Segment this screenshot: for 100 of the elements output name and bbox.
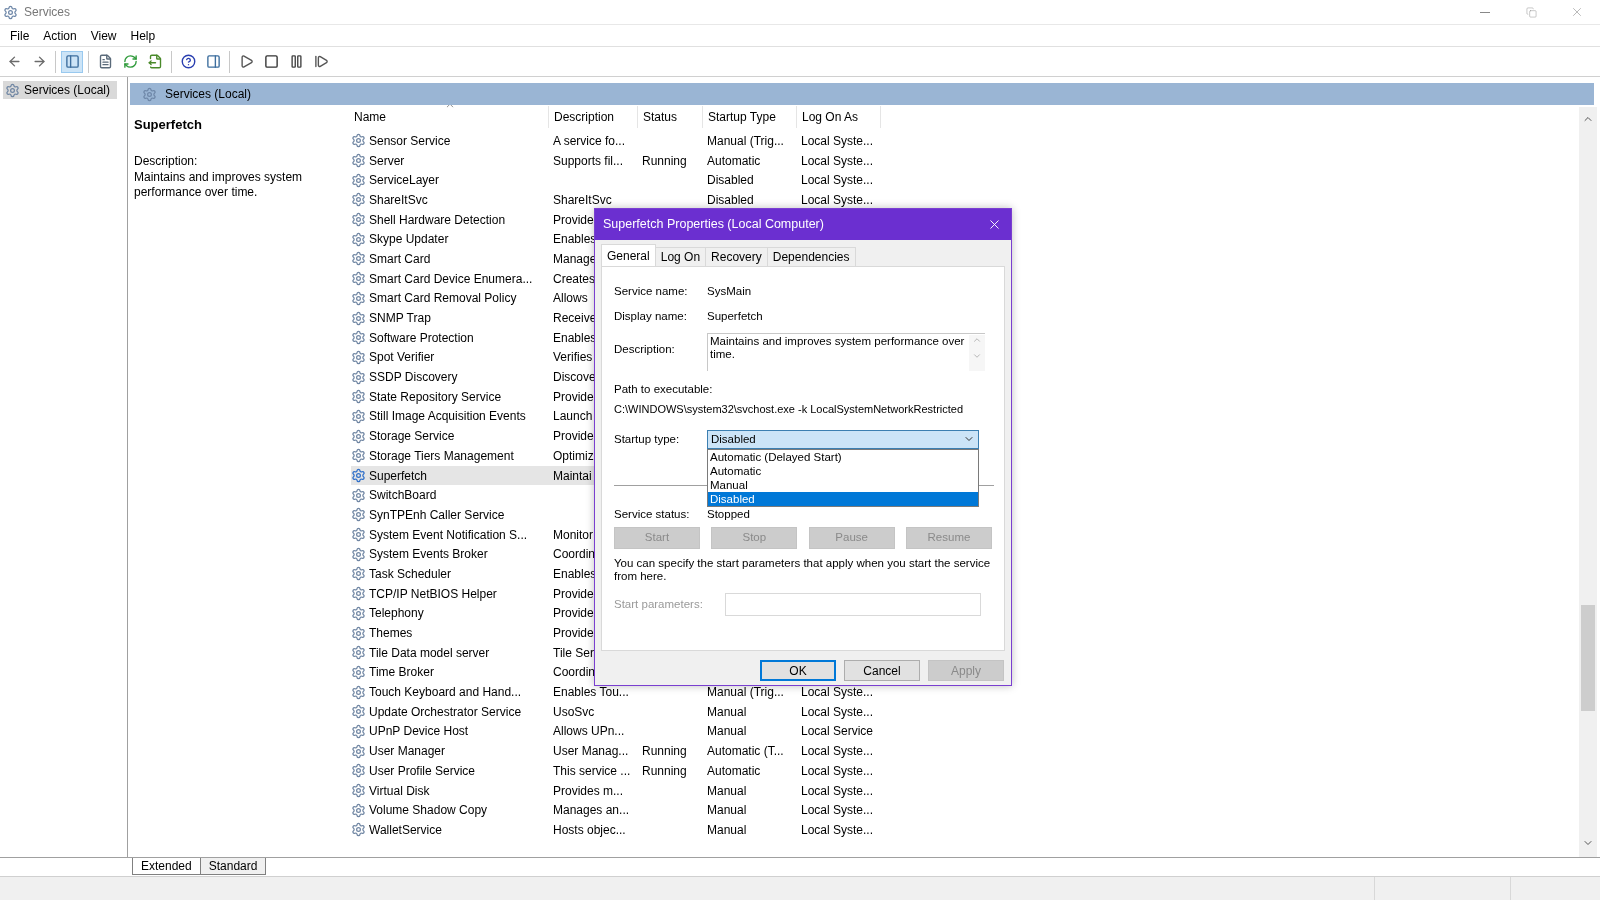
service-name: UPnP Device Host: [369, 724, 469, 739]
table-cell: Provide: [553, 586, 594, 601]
table-cell: Coordin: [553, 547, 596, 562]
field-label: Service name:: [614, 283, 689, 299]
table-cell: Manual: [707, 724, 747, 739]
table-cell: Provides m...: [553, 783, 624, 798]
table-cell: Manual (Trig...: [707, 133, 784, 148]
table-cell: Provide: [553, 389, 594, 404]
service-name: User Profile Service: [369, 763, 476, 778]
description-value: Maintains and improves system performance over time.: [710, 335, 966, 362]
table-cell: Provide: [553, 212, 594, 227]
table-cell: Creates: [553, 271, 596, 286]
table-cell: Local Service: [801, 724, 874, 739]
table-cell: Enables: [553, 330, 597, 345]
service-name: Telephony: [369, 606, 424, 621]
table-cell: A service fo...: [553, 133, 626, 148]
table-cell: UsoSvc: [553, 704, 595, 719]
table-cell: Running: [642, 153, 687, 168]
service-name: Touch Keyboard and Hand...: [369, 685, 522, 700]
service-name: User Manager: [369, 744, 446, 759]
table-cell: ShareItSvc: [553, 192, 612, 207]
service-name: Time Broker: [369, 665, 434, 680]
table-cell: Tile Ser: [553, 645, 594, 660]
description-label: Description:: [134, 152, 199, 170]
service-name: System Event Notification S...: [369, 527, 528, 542]
table-cell: Local Syste...: [801, 192, 874, 207]
service-name: Superfetch: [369, 468, 428, 483]
window-title: Services: [24, 4, 70, 21]
service-name: Sensor Service: [369, 133, 451, 148]
field-label: Start parameters:: [614, 596, 704, 612]
field-label: Description:: [614, 342, 676, 355]
service-name: Smart Card Device Enumera...: [369, 271, 533, 286]
service-name: Still Image Acquisition Events: [369, 409, 526, 424]
service-name: Software Protection: [369, 330, 474, 345]
description-text: Maintains and improves system performance over time.: [134, 169, 304, 200]
table-cell: This service ...: [553, 763, 631, 778]
service-name: Server: [369, 153, 405, 168]
field-value: Superfetch: [707, 308, 763, 324]
service-name: TCP/IP NetBIOS Helper: [369, 586, 497, 601]
field-label: Service status:: [614, 506, 691, 522]
table-cell: Local Syste...: [801, 133, 874, 148]
service-name: SynTPEnh Caller Service: [369, 507, 505, 522]
service-name: ShareItSvc: [369, 192, 428, 207]
table-cell: Automatic: [707, 153, 761, 168]
table-cell: Verifies: [553, 350, 593, 365]
service-name: State Repository Service: [369, 389, 502, 404]
service-name: ServiceLayer: [369, 173, 440, 188]
service-name: System Events Broker: [369, 547, 488, 562]
field-label: Display name:: [614, 308, 688, 324]
table-cell: Provide: [553, 626, 594, 641]
service-name: Smart Card Removal Policy: [369, 291, 517, 306]
service-name: Tile Data model server: [369, 645, 490, 660]
dialog-title: Superfetch Properties (Local Computer): [603, 216, 824, 234]
table-cell: Manages an...: [553, 803, 630, 818]
table-cell: Local Syste...: [801, 685, 874, 700]
table-cell: Provide: [553, 606, 594, 621]
service-name: SNMP Trap: [369, 311, 431, 326]
table-cell: Manual: [707, 822, 747, 837]
service-name: Storage Service: [369, 429, 455, 444]
table-cell: Maintai: [553, 468, 592, 483]
table-cell: Provide: [553, 429, 594, 444]
service-name: WalletService: [369, 822, 442, 837]
table-cell: Hosts objec...: [553, 822, 626, 837]
service-name: Skype Updater: [369, 232, 449, 247]
service-name: Themes: [369, 626, 413, 641]
table-cell: Running: [642, 744, 687, 759]
path-label: Path to executable:: [614, 382, 714, 397]
table-cell: Allows UPn...: [553, 724, 625, 739]
path-value: C:\WINDOWS\system32\svchost.exe -k LocalSystemNetworkRestricted: [614, 402, 965, 418]
table-cell: Automatic (T...: [707, 744, 784, 759]
table-cell: Monitor: [553, 527, 593, 542]
service-name: Spot Verifier: [369, 350, 435, 365]
table-cell: Enables: [553, 232, 597, 247]
table-cell: Coordin: [553, 665, 596, 680]
table-cell: Local Syste...: [801, 173, 874, 188]
table-cell: Disabled: [707, 192, 754, 207]
table-cell: Manual: [707, 803, 747, 818]
table-cell: Discove: [553, 370, 596, 385]
table-cell: Local Syste...: [801, 744, 874, 759]
table-cell: Enables Tou...: [553, 685, 629, 700]
table-cell: Manual: [707, 783, 747, 798]
panel-title: Services (Local): [165, 86, 252, 103]
table-cell: Local Syste...: [801, 763, 874, 778]
hint-text: You can specify the start parameters that apply when you start the service from here.: [614, 557, 992, 583]
table-cell: Local Syste...: [801, 803, 874, 818]
table-cell: Local Syste...: [801, 704, 874, 719]
service-name: SSDP Discovery: [369, 370, 458, 385]
table-cell: Local Syste...: [801, 153, 874, 168]
table-cell: Running: [642, 763, 687, 778]
table-cell: Local Syste...: [801, 783, 874, 798]
table-cell: Manual (Trig...: [707, 685, 784, 700]
table-cell: Optimiz: [553, 448, 594, 463]
table-cell: Manage: [553, 251, 597, 266]
table-cell: Disabled: [707, 173, 754, 188]
service-name: Volume Shadow Copy: [369, 803, 488, 818]
service-name: Smart Card: [369, 251, 431, 266]
service-name: Shell Hardware Detection: [369, 212, 506, 227]
table-cell: User Manag...: [553, 744, 629, 759]
table-cell: Allows: [553, 291, 588, 306]
service-name: Update Orchestrator Service: [369, 704, 522, 719]
